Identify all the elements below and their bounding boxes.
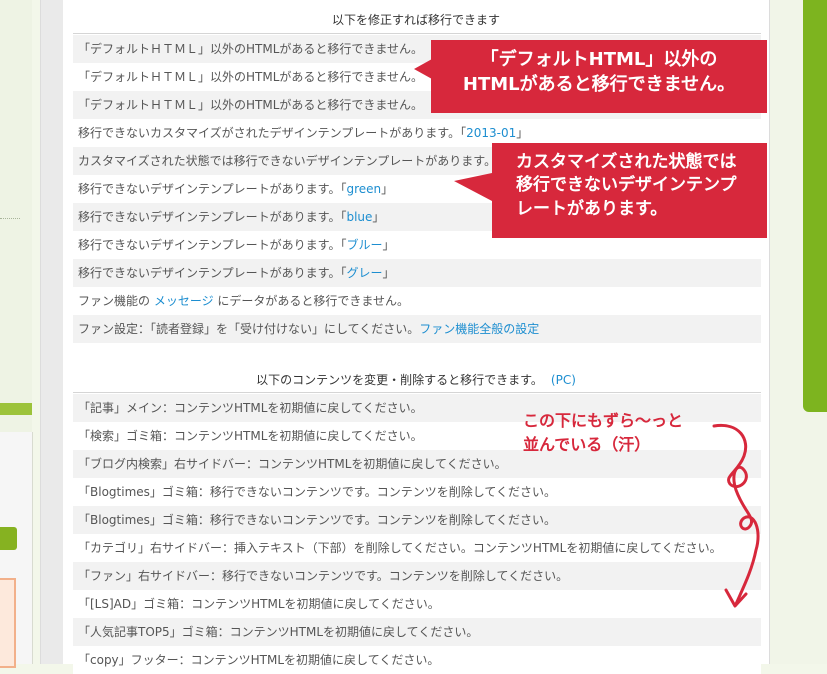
issue-suffix: 」	[381, 182, 394, 196]
content-section-title: 以下のコンテンツを変更・削除すると移行できます。 (PC)	[63, 370, 769, 390]
section-divider	[73, 392, 761, 393]
note-more-items: この下にもずら～っと 並んでいる（汗）	[523, 409, 683, 457]
issue-suffix: にデータがあると移行できません。	[213, 294, 410, 308]
content-section-title-text: 以下のコンテンツを変更・削除すると移行できます。	[256, 373, 543, 387]
pc-link[interactable]: (PC)	[551, 373, 576, 387]
content-row: 「人気記事TOP5」ゴミ箱：コンテンツHTMLを初期値に戻してください。	[73, 618, 761, 646]
sidebar-green-bar	[0, 403, 32, 415]
issue-suffix: 」	[382, 238, 395, 252]
right-green-bar	[803, 0, 827, 412]
issue-suffix: 」	[516, 126, 529, 140]
issue-text: 移行できないカスタマイズがされたデザインテンプレートがあります。「	[78, 126, 467, 140]
issue-text: 「デフォルトＨＴＭＬ」以外のHTMLがあると移行できません。	[78, 98, 424, 112]
sidebar-banner	[0, 578, 16, 668]
callout-customized-template: カスタマイズされた状態では 移行できないデザインテンプ レートがあります。	[454, 143, 767, 238]
callout-line: レートがあります。	[516, 198, 668, 219]
callout-line: HTMLがあると移行できません。	[462, 73, 736, 95]
content-row: 「カテゴリ」右サイドバー：挿入テキスト（下部）を削除してください。コンテンツHT…	[73, 534, 761, 562]
callout-line: カスタマイズされた状態では	[516, 152, 737, 172]
issue-row: ファン設定：「読者登録」を「受け付けない」にしてください。ファン機能全般の設定	[73, 315, 761, 343]
callout-default-html: 「デフォルトHTML」以外の HTMLがあると移行できません。	[414, 40, 767, 113]
issue-link[interactable]: green	[346, 182, 381, 196]
content-row: 「[LS]AD」ゴミ箱：コンテンツHTMLを初期値に戻してください。	[73, 590, 761, 618]
issue-link[interactable]: メッセージ	[154, 294, 214, 308]
callout-line: 「デフォルトHTML」以外の	[480, 49, 718, 70]
issue-link[interactable]: 2013-01	[466, 126, 516, 140]
issue-text: 「デフォルトＨＴＭＬ」以外のHTMLがあると移行できません。	[78, 42, 424, 56]
issue-link[interactable]: blue	[346, 210, 372, 224]
fix-section-title: 以下を修正すれば移行できます	[331, 13, 500, 27]
callout-tail	[414, 59, 432, 79]
issue-suffix: 」	[372, 210, 385, 224]
issue-text: カスタマイズされた状態では移行できないデザインテンプレートがあります。	[78, 154, 497, 168]
issue-link[interactable]: グレー	[346, 266, 382, 280]
issue-suffix: 」	[382, 266, 395, 280]
note-line: この下にもずら～っと	[523, 411, 684, 430]
issue-text: ファン設定：「読者登録」を「受け付けない」にしてください。	[78, 322, 420, 336]
squiggle-arrow-icon	[712, 423, 760, 608]
issue-text: 「デフォルトＨＴＭＬ」以外のHTMLがあると移行できません。	[78, 70, 424, 84]
content-row: 「Blogtimes」ゴミ箱：移行できないコンテンツです。コンテンツを削除してく…	[73, 478, 761, 506]
content-row: 「ファン」右サイドバー：移行できないコンテンツです。コンテンツを削除してください…	[73, 562, 761, 590]
callout-tail	[454, 173, 492, 201]
issue-text: 移行できないデザインテンプレートがあります。「	[78, 210, 347, 224]
issue-text: 移行できないデザインテンプレートがあります。「	[78, 238, 347, 252]
issue-link[interactable]: ファン機能全般の設定	[419, 322, 539, 336]
content-row: 「Blogtimes」ゴミ箱：移行できないコンテンツです。コンテンツを削除してく…	[73, 506, 761, 534]
issue-text: 移行できないデザインテンプレートがあります。「	[78, 182, 347, 196]
callout-line: 移行できないデザインテンプ	[516, 175, 737, 196]
sidebar-divider	[0, 218, 20, 219]
issue-link[interactable]: ブルー	[346, 238, 382, 252]
sidebar-green-button[interactable]	[0, 527, 17, 550]
issue-row: 移行できないデザインテンプレートがあります。「グレー」	[73, 259, 761, 287]
issue-text: 移行できないデザインテンプレートがあります。「	[78, 266, 347, 280]
note-line: 並んでいる（汗）	[523, 435, 651, 454]
issue-text: ファン機能の	[78, 294, 154, 308]
content-row: 「copy」フッター：コンテンツHTMLを初期値に戻してください。	[73, 646, 761, 674]
issue-row: ファン機能の メッセージ にデータがあると移行できません。	[73, 287, 761, 315]
section-divider	[73, 33, 761, 34]
